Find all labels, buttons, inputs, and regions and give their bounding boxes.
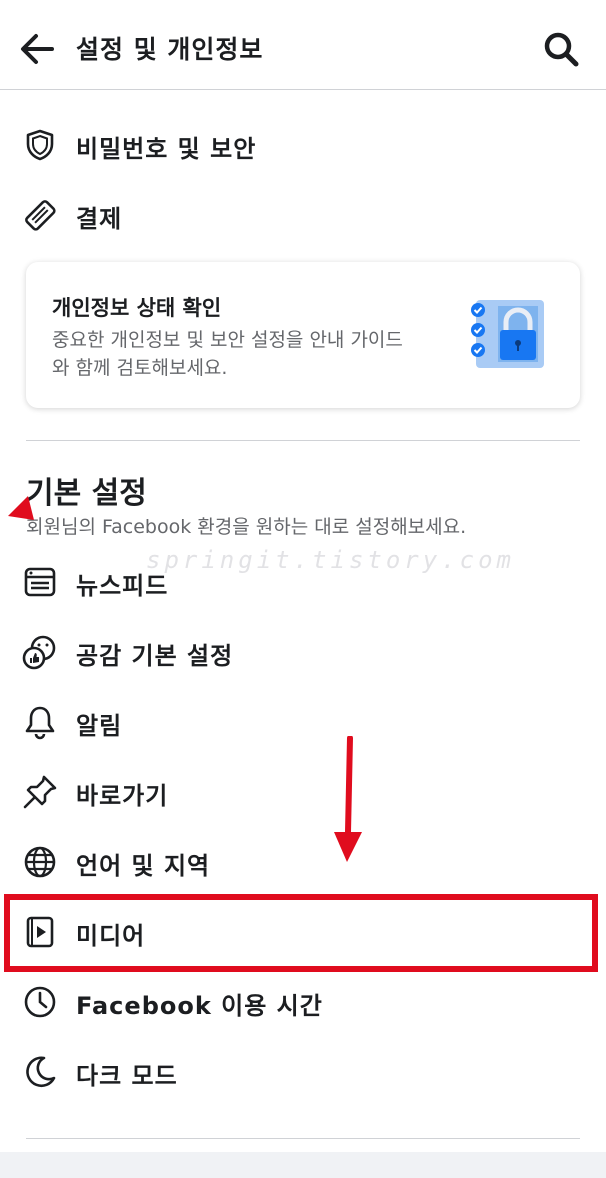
clock-icon — [24, 986, 56, 1018]
app-header: 설정 및 개인정보 — [0, 0, 606, 90]
arrow-left-icon — [21, 34, 54, 64]
card-title: 개인정보 상태 확인 — [52, 296, 222, 320]
bell-icon — [25, 706, 55, 740]
reactions-icon — [22, 635, 56, 670]
shield-icon — [26, 129, 54, 161]
menu-item-payments[interactable]: 결제 — [0, 183, 606, 247]
annotation-triangle-icon — [6, 494, 36, 522]
menu-item-shortcuts[interactable]: 바로가기 — [0, 760, 606, 824]
menu-item-label: Facebook 이용 시간 — [76, 992, 323, 1020]
payment-card-icon — [25, 200, 56, 231]
menu-item-time-on-facebook[interactable]: Facebook 이용 시간 — [0, 970, 606, 1034]
menu-item-label: 알림 — [76, 712, 123, 740]
card-description: 중요한 개인정보 및 보안 설정을 안내 가이드와 함께 검토해보세요. — [52, 329, 403, 379]
section-title: 기본 설정 — [26, 476, 147, 511]
menu-item-label: 뉴스피드 — [76, 572, 169, 600]
menu-item-news-feed[interactable]: 뉴스피드 — [0, 550, 606, 614]
moon-icon — [26, 1056, 56, 1088]
menu-item-dark-mode[interactable]: 다크 모드 — [0, 1040, 606, 1104]
pin-icon — [23, 775, 57, 809]
menu-item-language-region[interactable]: 언어 및 지역 — [0, 830, 606, 894]
menu-item-label: 다크 모드 — [76, 1062, 178, 1090]
back-button[interactable] — [16, 28, 58, 70]
bottom-divider — [26, 1138, 580, 1139]
section-subtitle: 회원님의 Facebook 환경을 원하는 대로 설정해보세요. — [26, 516, 467, 538]
menu-item-password-security[interactable]: 비밀번호 및 보안 — [0, 113, 606, 177]
annotation-highlight-box — [4, 894, 598, 972]
menu-item-notifications[interactable]: 알림 — [0, 690, 606, 754]
privacy-checkup-card[interactable]: 개인정보 상태 확인 중요한 개인정보 및 보안 설정을 안내 가이드와 함께 … — [26, 262, 580, 408]
menu-item-label: 비밀번호 및 보안 — [76, 135, 257, 163]
section-divider — [26, 440, 580, 441]
menu-item-label: 공감 기본 설정 — [76, 642, 234, 670]
menu-item-label: 결제 — [76, 205, 123, 233]
menu-item-label: 바로가기 — [76, 782, 169, 810]
search-button[interactable] — [540, 28, 582, 70]
search-icon — [544, 32, 579, 67]
news-feed-icon — [24, 567, 56, 597]
page-title: 설정 및 개인정보 — [76, 35, 264, 64]
privacy-lock-illustration-icon — [471, 300, 544, 368]
footer-band — [0, 1152, 606, 1178]
menu-item-label: 언어 및 지역 — [76, 852, 211, 880]
annotation-arrow-icon — [328, 736, 368, 866]
menu-item-reactions[interactable]: 공감 기본 설정 — [0, 620, 606, 684]
globe-icon — [24, 846, 56, 878]
